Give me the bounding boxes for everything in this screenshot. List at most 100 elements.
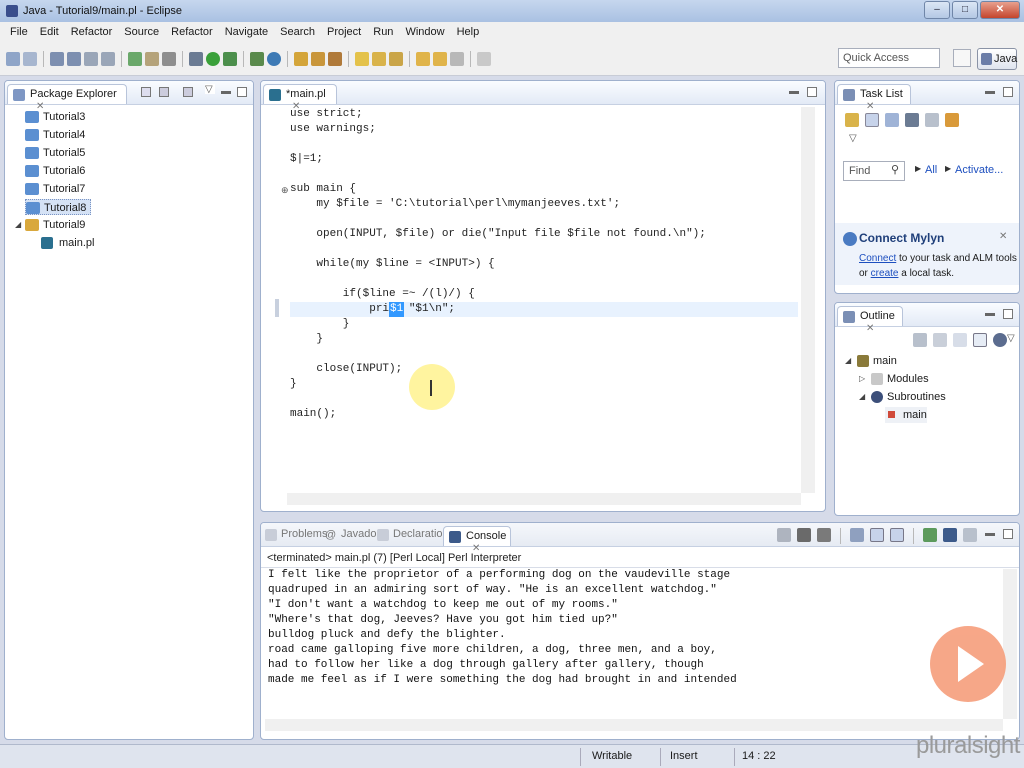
save-icon[interactable] (50, 52, 64, 66)
new-icon[interactable] (6, 52, 20, 66)
search-icon[interactable]: ⚲ (891, 163, 899, 176)
new-class-icon[interactable] (267, 52, 281, 66)
tree-item-tutorial5[interactable]: Tutorial5 (25, 145, 85, 161)
close-mylyn-icon[interactable]: ✕ (999, 231, 1007, 242)
collapse-all-icon[interactable] (925, 113, 939, 127)
collapse-arrow-icon[interactable]: ▷ (859, 371, 865, 387)
java-perspective-button[interactable]: Java (977, 48, 1017, 70)
scheduled-icon[interactable] (885, 113, 899, 127)
forward-icon[interactable] (433, 52, 447, 66)
menu-edit[interactable]: Edit (34, 26, 65, 38)
menu-help[interactable]: Help (451, 26, 486, 38)
tree-item-main-pl[interactable]: main.pl (41, 235, 94, 251)
link-editor-icon[interactable] (159, 87, 169, 97)
run-external-icon[interactable] (223, 52, 237, 66)
maximize-view-icon[interactable] (1003, 309, 1013, 319)
console-horizontal-scrollbar[interactable] (265, 719, 1003, 731)
editor-vertical-scrollbar[interactable] (801, 107, 815, 493)
menu-search[interactable]: Search (274, 26, 321, 38)
focus-icon[interactable] (183, 87, 193, 97)
tab-console[interactable]: Console ✕ (443, 526, 511, 554)
menu-window[interactable]: Window (399, 26, 450, 38)
minimize-view-icon[interactable] (985, 533, 995, 536)
collapse-all-icon[interactable] (141, 87, 151, 97)
new-java-project-icon[interactable] (250, 52, 264, 66)
remove-launch-icon[interactable] (797, 528, 811, 542)
tree-item-tutorial4[interactable]: Tutorial4 (25, 127, 85, 143)
tab-main-pl[interactable]: *main.pl ✕ (263, 84, 337, 112)
tab-task-list[interactable]: Task List ✕ (837, 84, 911, 112)
remove-all-icon[interactable] (817, 528, 831, 542)
maximize-button[interactable]: □ (952, 1, 978, 19)
tools-icon[interactable] (162, 52, 176, 66)
tab-declaration[interactable]: Declaration (377, 528, 449, 541)
view-menu-icon[interactable]: ▽ (849, 133, 857, 144)
editor-horizontal-scrollbar[interactable] (287, 493, 801, 505)
minimize-view-icon[interactable] (789, 91, 799, 94)
sort-icon[interactable] (973, 333, 987, 347)
activate-link[interactable]: Activate... (955, 164, 1003, 176)
outline-item-subroutines[interactable]: ◢ Subroutines (859, 389, 946, 405)
close-tab-icon[interactable]: ✕ (866, 101, 874, 112)
print-icon[interactable] (84, 52, 98, 66)
view-menu-icon[interactable]: ▽ (1007, 333, 1015, 344)
highlight-icon[interactable] (355, 52, 369, 66)
menu-file[interactable]: File (4, 26, 34, 38)
fold-sub-icon[interactable]: ⊕ (281, 185, 289, 196)
outline-item-main-sub[interactable]: main (885, 407, 927, 423)
pin-icon[interactable] (477, 52, 491, 66)
link-with-editor-icon[interactable] (993, 333, 1007, 347)
close-tab-icon[interactable]: ✕ (866, 323, 874, 334)
run-icon[interactable] (206, 52, 220, 66)
close-button[interactable]: ✕ (980, 1, 1020, 19)
annotation-icon[interactable] (372, 52, 386, 66)
view-menu-icon[interactable]: ▽ (205, 84, 215, 95)
hide-static-icon[interactable] (933, 333, 947, 347)
new-task-icon[interactable] (845, 113, 859, 127)
quick-access-field[interactable]: Quick Access (838, 48, 940, 68)
expand-arrow-icon[interactable]: ◢ (845, 353, 851, 369)
search-icon[interactable] (328, 52, 342, 66)
tree-item-tutorial7[interactable]: Tutorial7 (25, 181, 85, 197)
outline-item-modules[interactable]: ▷ Modules (859, 371, 929, 387)
minimize-view-icon[interactable] (985, 313, 995, 316)
tab-outline[interactable]: Outline ✕ (837, 306, 903, 334)
properties-icon[interactable] (101, 52, 115, 66)
display-console-icon[interactable] (943, 528, 957, 542)
new-package-icon[interactable] (23, 52, 37, 66)
tab-package-explorer[interactable]: Package Explorer ✕ (7, 84, 127, 112)
console-vertical-scrollbar[interactable] (1003, 569, 1017, 719)
menu-run[interactable]: Run (367, 26, 399, 38)
maximize-view-icon[interactable] (237, 87, 247, 97)
check-icon[interactable] (128, 52, 142, 66)
menu-source[interactable]: Source (118, 26, 165, 38)
tab-problems[interactable]: Problems (265, 528, 327, 541)
clear-console-icon[interactable] (850, 528, 864, 542)
tree-item-tutorial3[interactable]: Tutorial3 (25, 109, 85, 125)
open-console-icon[interactable] (963, 528, 977, 542)
connect-link[interactable]: Connect (859, 253, 896, 264)
terminate-icon[interactable] (777, 528, 791, 542)
all-link[interactable]: All (925, 164, 937, 176)
menu-refactor[interactable]: Refactor (65, 26, 119, 38)
open-task-icon[interactable] (311, 52, 325, 66)
expand-arrow-icon[interactable]: ◢ (859, 389, 865, 405)
menu-project[interactable]: Project (321, 26, 367, 38)
menu-refactor-2[interactable]: Refactor (165, 26, 219, 38)
categorized-icon[interactable] (865, 113, 879, 127)
hide-completed-icon[interactable] (905, 113, 919, 127)
scroll-lock-icon[interactable] (870, 528, 884, 542)
minimize-view-icon[interactable] (221, 91, 231, 94)
open-type-icon[interactable] (294, 52, 308, 66)
hide-fields-icon[interactable] (913, 333, 927, 347)
back-icon[interactable] (416, 52, 430, 66)
outline-item-main-package[interactable]: ◢ main (845, 353, 897, 369)
hide-nonpublic-icon[interactable] (953, 333, 967, 347)
minimize-view-icon[interactable] (985, 91, 995, 94)
minimize-button[interactable]: – (924, 1, 950, 19)
build-icon[interactable] (145, 52, 159, 66)
expand-arrow-icon[interactable]: ◢ (15, 217, 21, 233)
save-all-icon[interactable] (67, 52, 81, 66)
word-wrap-icon[interactable] (890, 528, 904, 542)
tree-item-tutorial8[interactable]: Tutorial8 (25, 199, 92, 215)
